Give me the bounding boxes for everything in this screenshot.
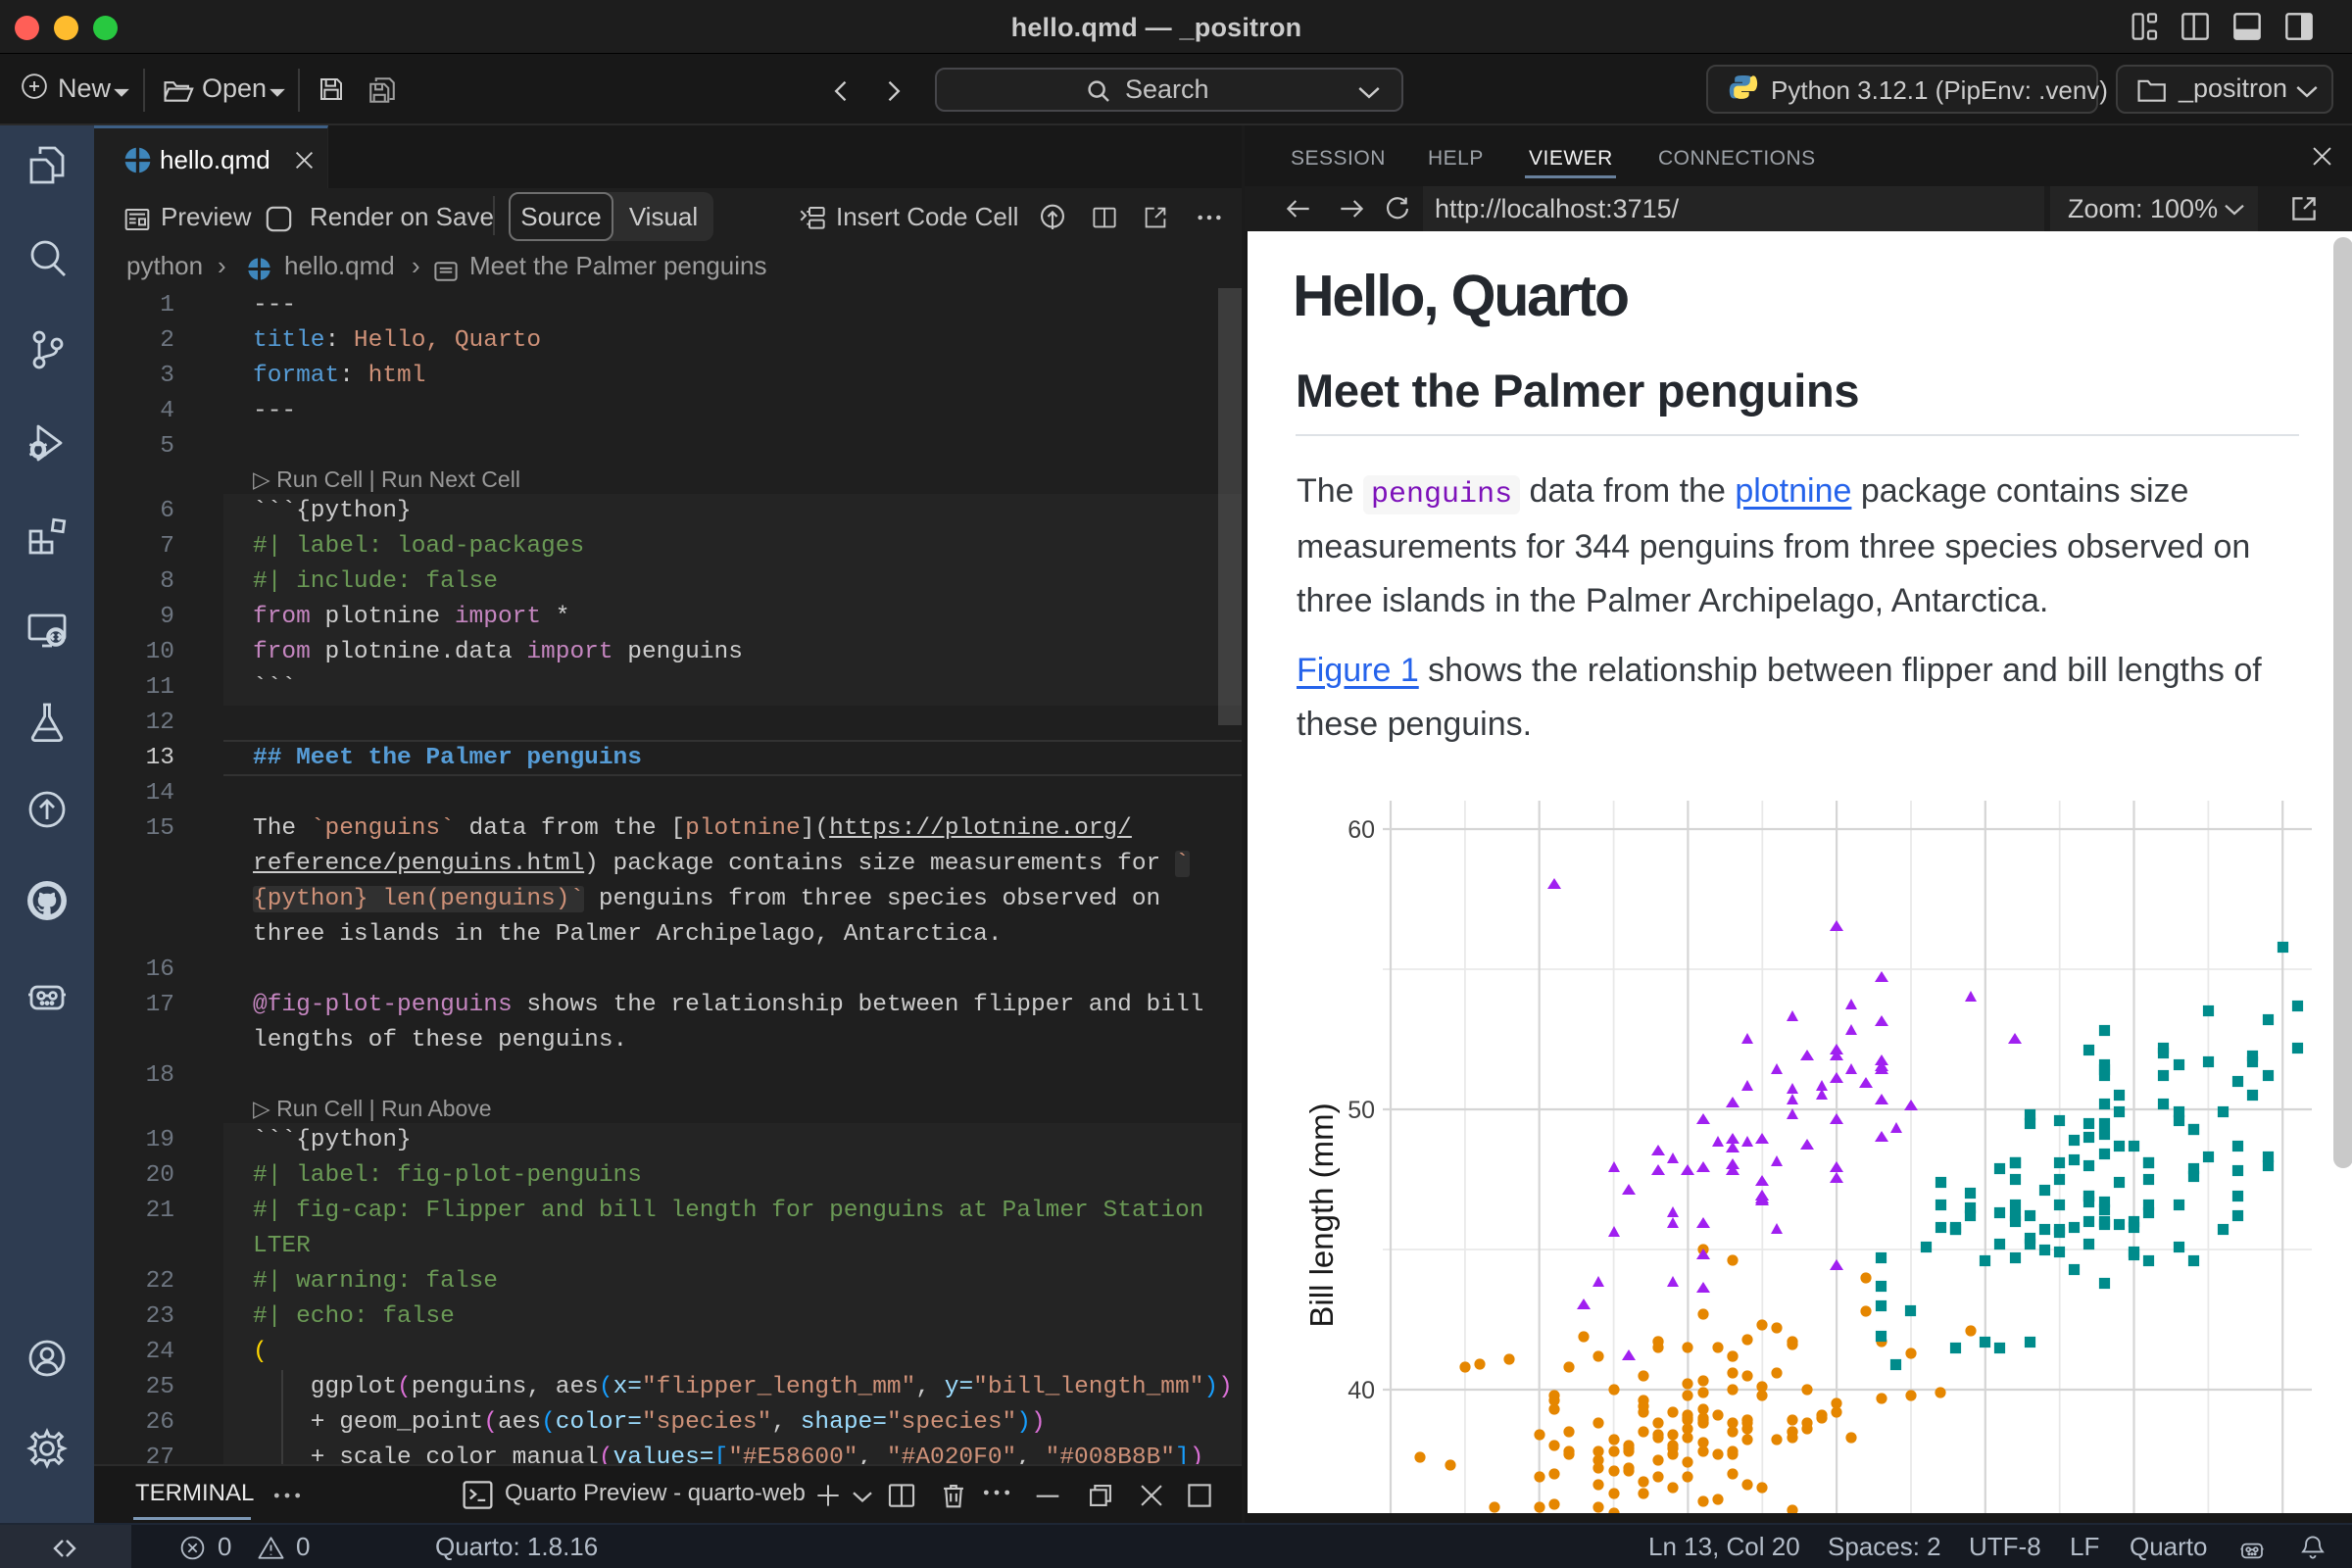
svg-text:40: 40: [1348, 1377, 1375, 1404]
svg-text:Bill length (mm): Bill length (mm): [1303, 1102, 1340, 1327]
svg-text:50: 50: [1348, 1097, 1375, 1124]
svg-text:60: 60: [1348, 816, 1375, 844]
